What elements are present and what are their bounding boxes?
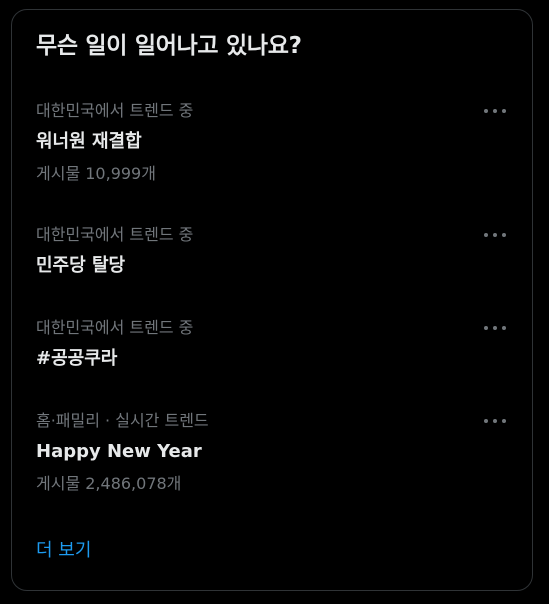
trend-item[interactable]: 홈·패밀리 · 실시간 트렌드 Happy New Year 게시물 2,486… — [12, 410, 532, 500]
trend-context: 대한민국에서 트렌드 중 — [36, 318, 194, 337]
trend-context: 대한민국에서 트렌드 중 — [36, 225, 194, 244]
dot — [502, 109, 506, 113]
dot — [484, 109, 488, 113]
show-more-link[interactable]: 더 보기 — [36, 539, 91, 563]
more-options-icon[interactable] — [482, 319, 508, 337]
trend-post-count: 게시물 10,999개 — [36, 164, 156, 183]
dot — [493, 109, 497, 113]
trend-name: #공공쿠라 — [36, 348, 118, 369]
trend-post-count: 게시물 2,486,078개 — [36, 474, 182, 493]
dot — [502, 233, 506, 237]
dot — [502, 419, 506, 423]
trends-panel: 무슨 일이 일어나고 있나요? 대한민국에서 트렌드 중 워너원 재결합 게시물… — [11, 9, 533, 591]
dot — [502, 326, 506, 330]
dot — [493, 233, 497, 237]
more-options-icon[interactable] — [482, 226, 508, 244]
trend-item[interactable]: 대한민국에서 트렌드 중 워너원 재결합 게시물 10,999개 — [12, 100, 532, 190]
more-options-icon[interactable] — [482, 412, 508, 430]
trend-context: 대한민국에서 트렌드 중 — [36, 101, 194, 120]
trend-name: Happy New Year — [36, 441, 202, 462]
trend-item[interactable]: 대한민국에서 트렌드 중 민주당 탈당 — [12, 224, 532, 284]
trend-context: 홈·패밀리 · 실시간 트렌드 — [36, 411, 209, 430]
panel-title: 무슨 일이 일어나고 있나요? — [36, 33, 302, 59]
more-options-icon[interactable] — [482, 102, 508, 120]
trend-item[interactable]: 대한민국에서 트렌드 중 #공공쿠라 — [12, 317, 532, 377]
dot — [484, 233, 488, 237]
dot — [484, 326, 488, 330]
dot — [493, 419, 497, 423]
trend-name: 워너원 재결합 — [36, 131, 142, 152]
dot — [493, 326, 497, 330]
dot — [484, 419, 488, 423]
trend-name: 민주당 탈당 — [36, 255, 126, 276]
